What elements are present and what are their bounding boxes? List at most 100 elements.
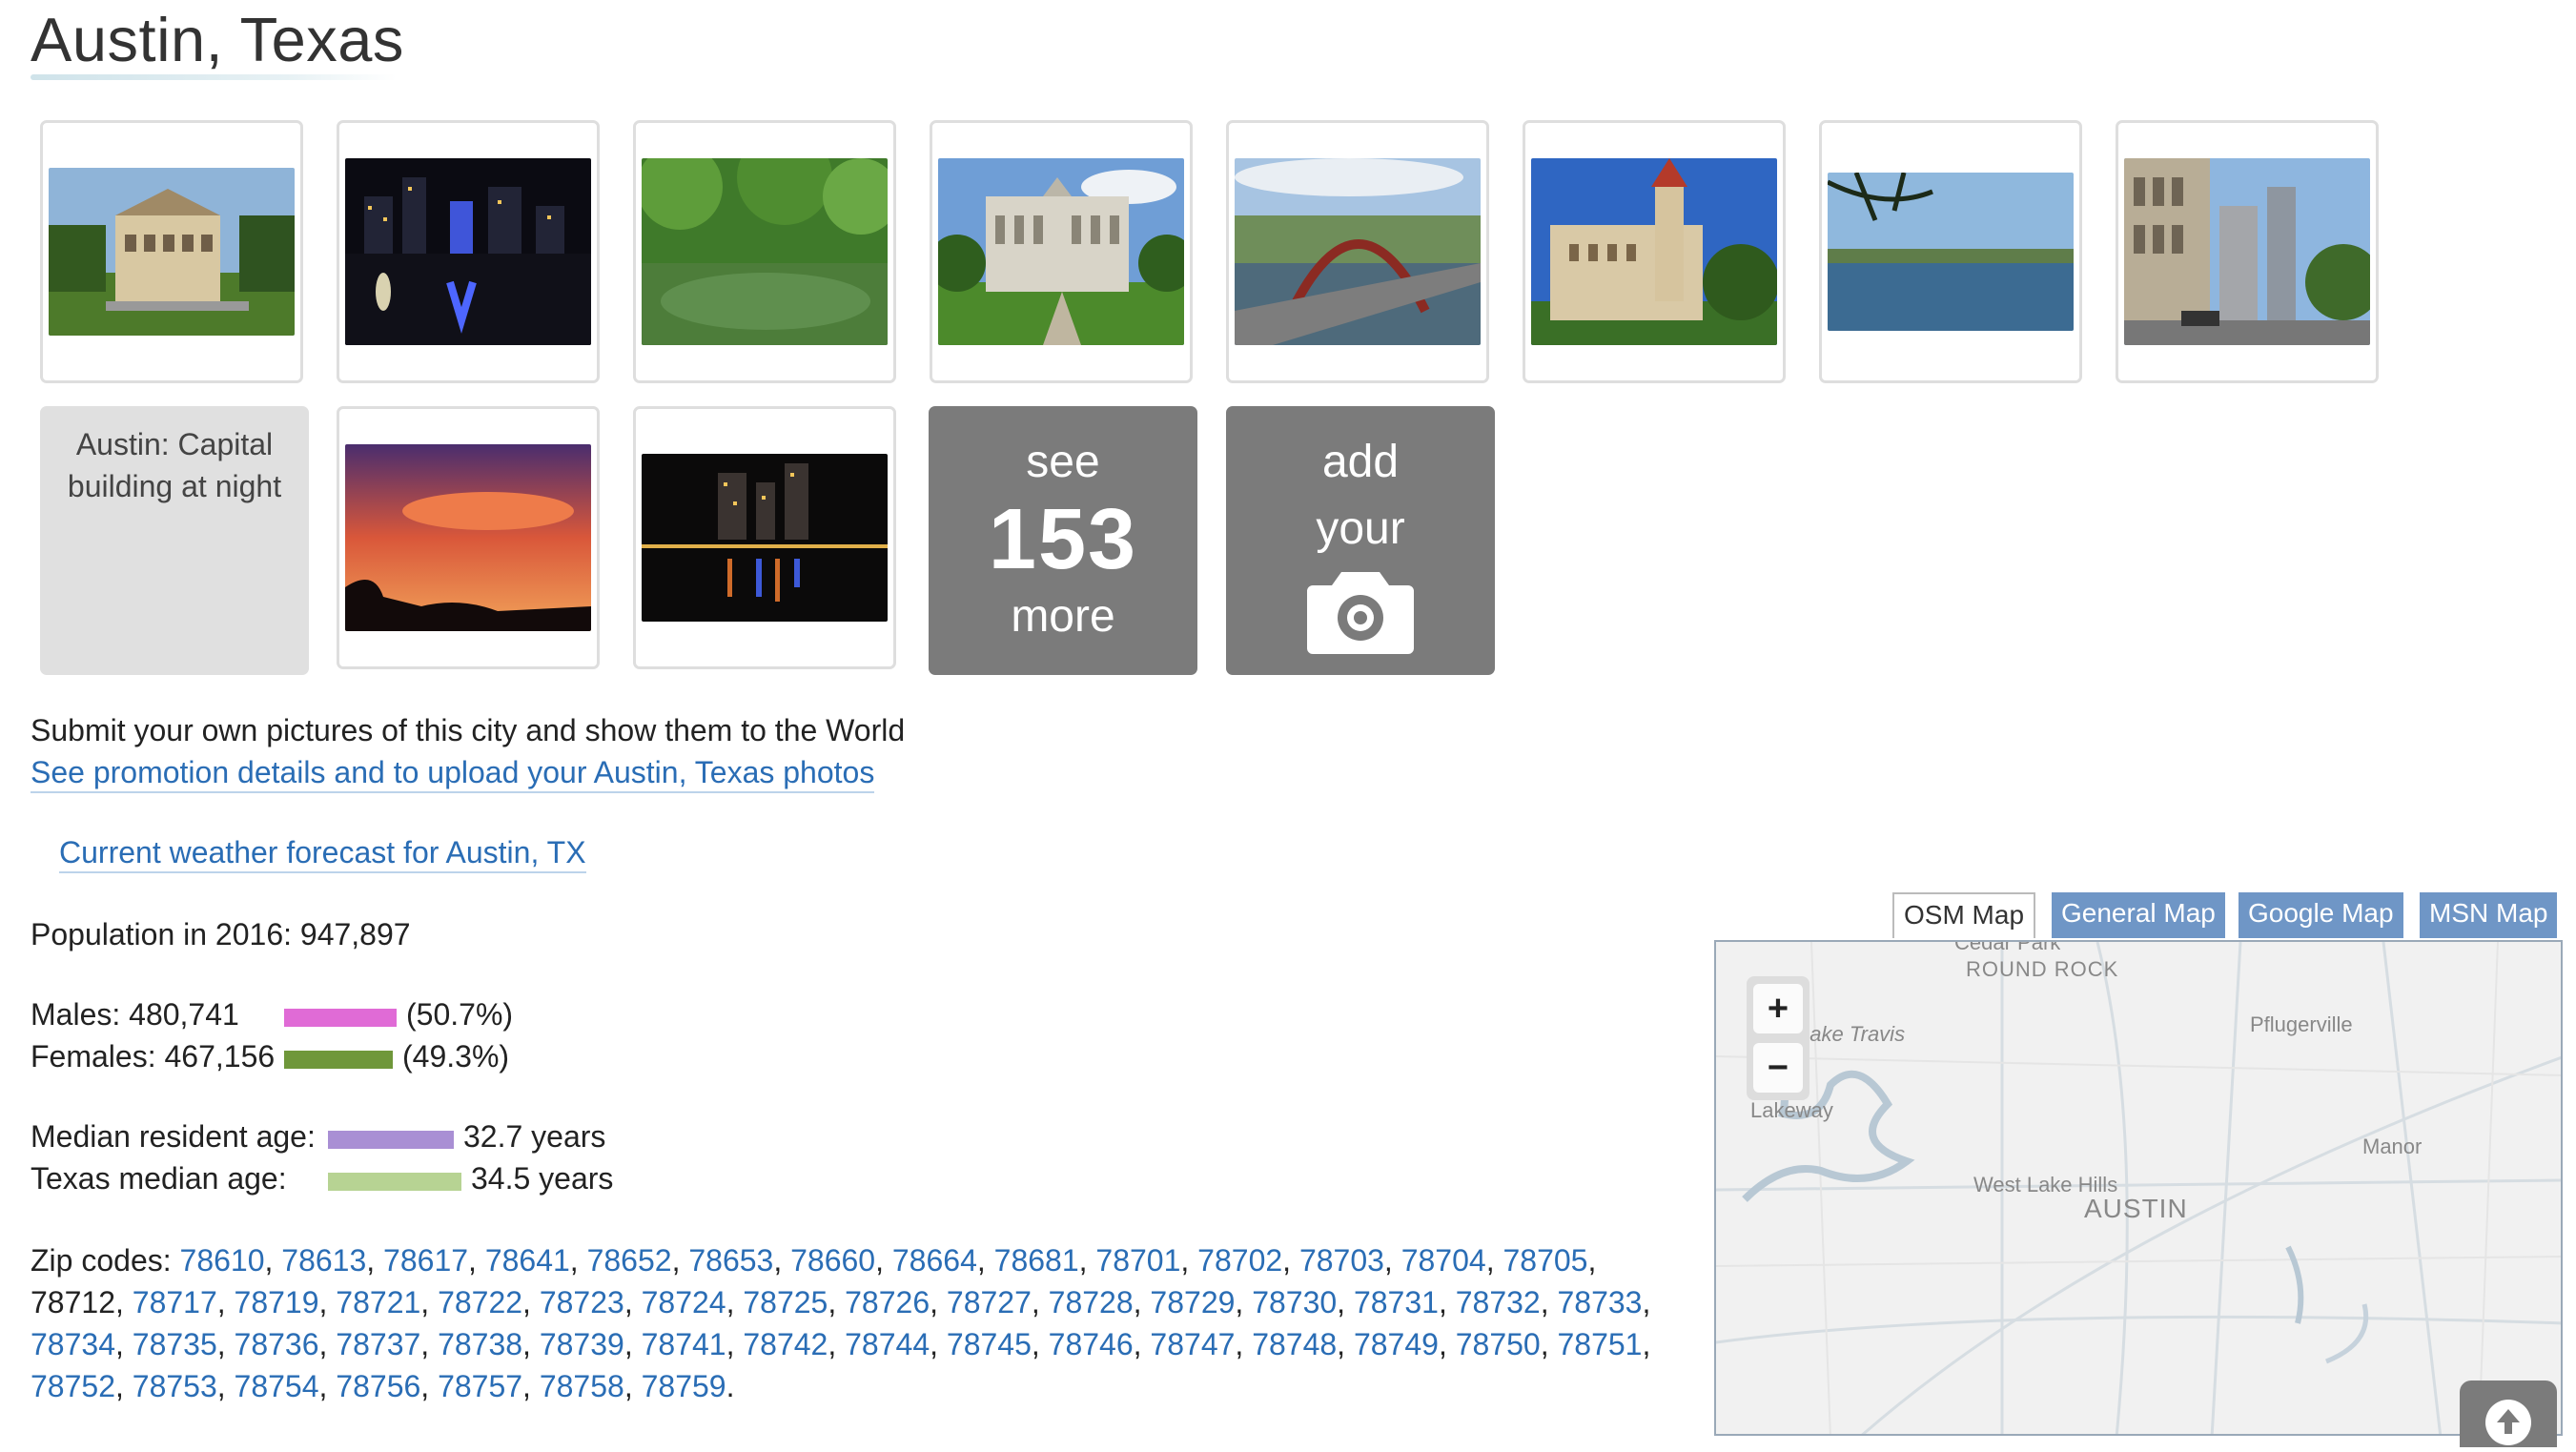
females-value: 467,156 xyxy=(164,1039,276,1074)
zip-code-78749[interactable]: 78749 xyxy=(1354,1327,1439,1361)
males-value: 480,741 xyxy=(129,997,239,1032)
zip-code-78748[interactable]: 78748 xyxy=(1252,1327,1337,1361)
photo-skyline-night xyxy=(345,158,591,345)
zip-code-78738[interactable]: 78738 xyxy=(438,1327,522,1361)
population-label: Population in 2016: xyxy=(31,917,292,951)
photo-thumb-bridge[interactable] xyxy=(1226,120,1489,383)
zip-code-78730[interactable]: 78730 xyxy=(1252,1285,1337,1319)
zip-code-78725[interactable]: 78725 xyxy=(743,1285,828,1319)
photo-courthouse xyxy=(938,158,1184,345)
zip-code-78617[interactable]: 78617 xyxy=(383,1243,468,1278)
promo-link[interactable]: See promotion details and to upload your… xyxy=(31,755,875,793)
zip-code-78723[interactable]: 78723 xyxy=(540,1285,624,1319)
zip-code-78734[interactable]: 78734 xyxy=(31,1327,115,1361)
zip-code-78747[interactable]: 78747 xyxy=(1150,1327,1235,1361)
zip-code-78733[interactable]: 78733 xyxy=(1557,1285,1642,1319)
zip-code-78754[interactable]: 78754 xyxy=(235,1369,319,1403)
map-label-cedar-park: Cedar Park xyxy=(1954,940,2061,954)
zip-code-78660[interactable]: 78660 xyxy=(790,1243,875,1278)
zip-code-78750[interactable]: 78750 xyxy=(1456,1327,1541,1361)
zip-code-78731[interactable]: 78731 xyxy=(1354,1285,1439,1319)
tab-google-map[interactable]: Google Map xyxy=(2239,892,2403,938)
zip-code-78745[interactable]: 78745 xyxy=(947,1327,1032,1361)
weather-link[interactable]: Current weather forecast for Austin, TX xyxy=(59,835,586,873)
zip-code-78744[interactable]: 78744 xyxy=(845,1327,930,1361)
zip-code-78756[interactable]: 78756 xyxy=(336,1369,420,1403)
zip-code-78753[interactable]: 78753 xyxy=(133,1369,217,1403)
zip-code-78726[interactable]: 78726 xyxy=(845,1285,930,1319)
zoom-out-button[interactable]: − xyxy=(1753,1043,1803,1093)
zip-code-78641[interactable]: 78641 xyxy=(485,1243,570,1278)
photo-thumb-creek[interactable] xyxy=(633,120,896,383)
photo-thumb-sunset[interactable] xyxy=(337,406,600,669)
zip-code-78737[interactable]: 78737 xyxy=(336,1327,420,1361)
see-more-count: 153 xyxy=(988,492,1138,587)
zip-code-78724[interactable]: 78724 xyxy=(642,1285,726,1319)
zip-code-78701[interactable]: 78701 xyxy=(1095,1243,1180,1278)
zip-code-78703[interactable]: 78703 xyxy=(1299,1243,1384,1278)
see-more-line2: more xyxy=(1011,591,1115,642)
zip-code-78751[interactable]: 78751 xyxy=(1557,1327,1642,1361)
zip-code-78729[interactable]: 78729 xyxy=(1150,1285,1235,1319)
zip-code-78722[interactable]: 78722 xyxy=(438,1285,522,1319)
zip-code-78664[interactable]: 78664 xyxy=(892,1243,977,1278)
zip-code-78752[interactable]: 78752 xyxy=(31,1369,115,1403)
photo-bridge xyxy=(1235,158,1481,345)
add-photo-line2: your xyxy=(1316,503,1405,554)
zip-code-78613[interactable]: 78613 xyxy=(281,1243,366,1278)
median-age-label: Median resident age: xyxy=(31,1119,316,1154)
state-age-bar xyxy=(328,1173,461,1191)
zip-code-78705[interactable]: 78705 xyxy=(1503,1243,1587,1278)
tab-osm-map[interactable]: OSM Map xyxy=(1892,892,2036,938)
camera-icon xyxy=(1307,572,1414,654)
arrow-up-circle-icon xyxy=(2485,1400,2531,1445)
photo-skyline-reflection xyxy=(642,454,888,622)
zip-code-78653[interactable]: 78653 xyxy=(688,1243,773,1278)
photo-mansion xyxy=(49,168,295,336)
zip-code-78742[interactable]: 78742 xyxy=(743,1327,828,1361)
photo-castle xyxy=(1531,158,1777,345)
photo-lake xyxy=(1828,173,2074,331)
tab-msn-map[interactable]: MSN Map xyxy=(2420,892,2558,938)
males-percent: (50.7%) xyxy=(406,997,514,1032)
zip-code-78736[interactable]: 78736 xyxy=(235,1327,319,1361)
scroll-top-button[interactable] xyxy=(2460,1380,2557,1447)
zip-code-78719[interactable]: 78719 xyxy=(235,1285,319,1319)
zip-code-78741[interactable]: 78741 xyxy=(642,1327,726,1361)
zip-code-78702[interactable]: 78702 xyxy=(1197,1243,1282,1278)
zip-code-78610[interactable]: 78610 xyxy=(180,1243,265,1278)
zip-code-78759[interactable]: 78759 xyxy=(642,1369,726,1403)
zip-code-78746[interactable]: 78746 xyxy=(1049,1327,1134,1361)
photo-thumb-castle[interactable] xyxy=(1523,120,1786,383)
photo-thumb-lake[interactable] xyxy=(1819,120,2082,383)
tab-general-map[interactable]: General Map xyxy=(2052,892,2225,938)
photo-thumb-courthouse[interactable] xyxy=(930,120,1193,383)
photo-thumb-street[interactable] xyxy=(2116,120,2379,383)
photo-thumb-skyline-night[interactable] xyxy=(337,120,600,383)
map-label-pflugerville: Pflugerville xyxy=(2250,1012,2353,1036)
zip-code-78681[interactable]: 78681 xyxy=(994,1243,1079,1278)
zip-code-78732[interactable]: 78732 xyxy=(1456,1285,1541,1319)
zip-code-78721[interactable]: 78721 xyxy=(336,1285,420,1319)
see-more-tile[interactable]: see 153 more xyxy=(929,406,1197,675)
zip-code-78717[interactable]: 78717 xyxy=(133,1285,217,1319)
zip-code-78652[interactable]: 78652 xyxy=(587,1243,672,1278)
photo-thumb-mansion[interactable] xyxy=(40,120,303,383)
caption-tile[interactable]: Austin: Capital building at night xyxy=(40,406,309,675)
map-view[interactable]: ROUND ROCK Pflugerville Lake Travis Lake… xyxy=(1714,940,2563,1436)
zip-code-78735[interactable]: 78735 xyxy=(133,1327,217,1361)
zip-code-78704[interactable]: 78704 xyxy=(1401,1243,1486,1278)
zip-code-78727[interactable]: 78727 xyxy=(947,1285,1032,1319)
photo-thumb-skyline-reflection[interactable] xyxy=(633,406,896,669)
zip-code-78728[interactable]: 78728 xyxy=(1049,1285,1134,1319)
title-underline xyxy=(31,74,397,80)
zip-code-78739[interactable]: 78739 xyxy=(540,1327,624,1361)
zoom-in-button[interactable]: + xyxy=(1753,984,1803,1033)
add-photo-tile[interactable]: add your xyxy=(1226,406,1495,675)
males-row: Males: 480,741 xyxy=(31,997,239,1033)
population-row: Population in 2016: 947,897 xyxy=(31,917,411,952)
population-value: 947,897 xyxy=(299,917,411,951)
zip-code-78757[interactable]: 78757 xyxy=(438,1369,522,1403)
photo-sunset xyxy=(345,444,591,631)
zip-code-78758[interactable]: 78758 xyxy=(540,1369,624,1403)
